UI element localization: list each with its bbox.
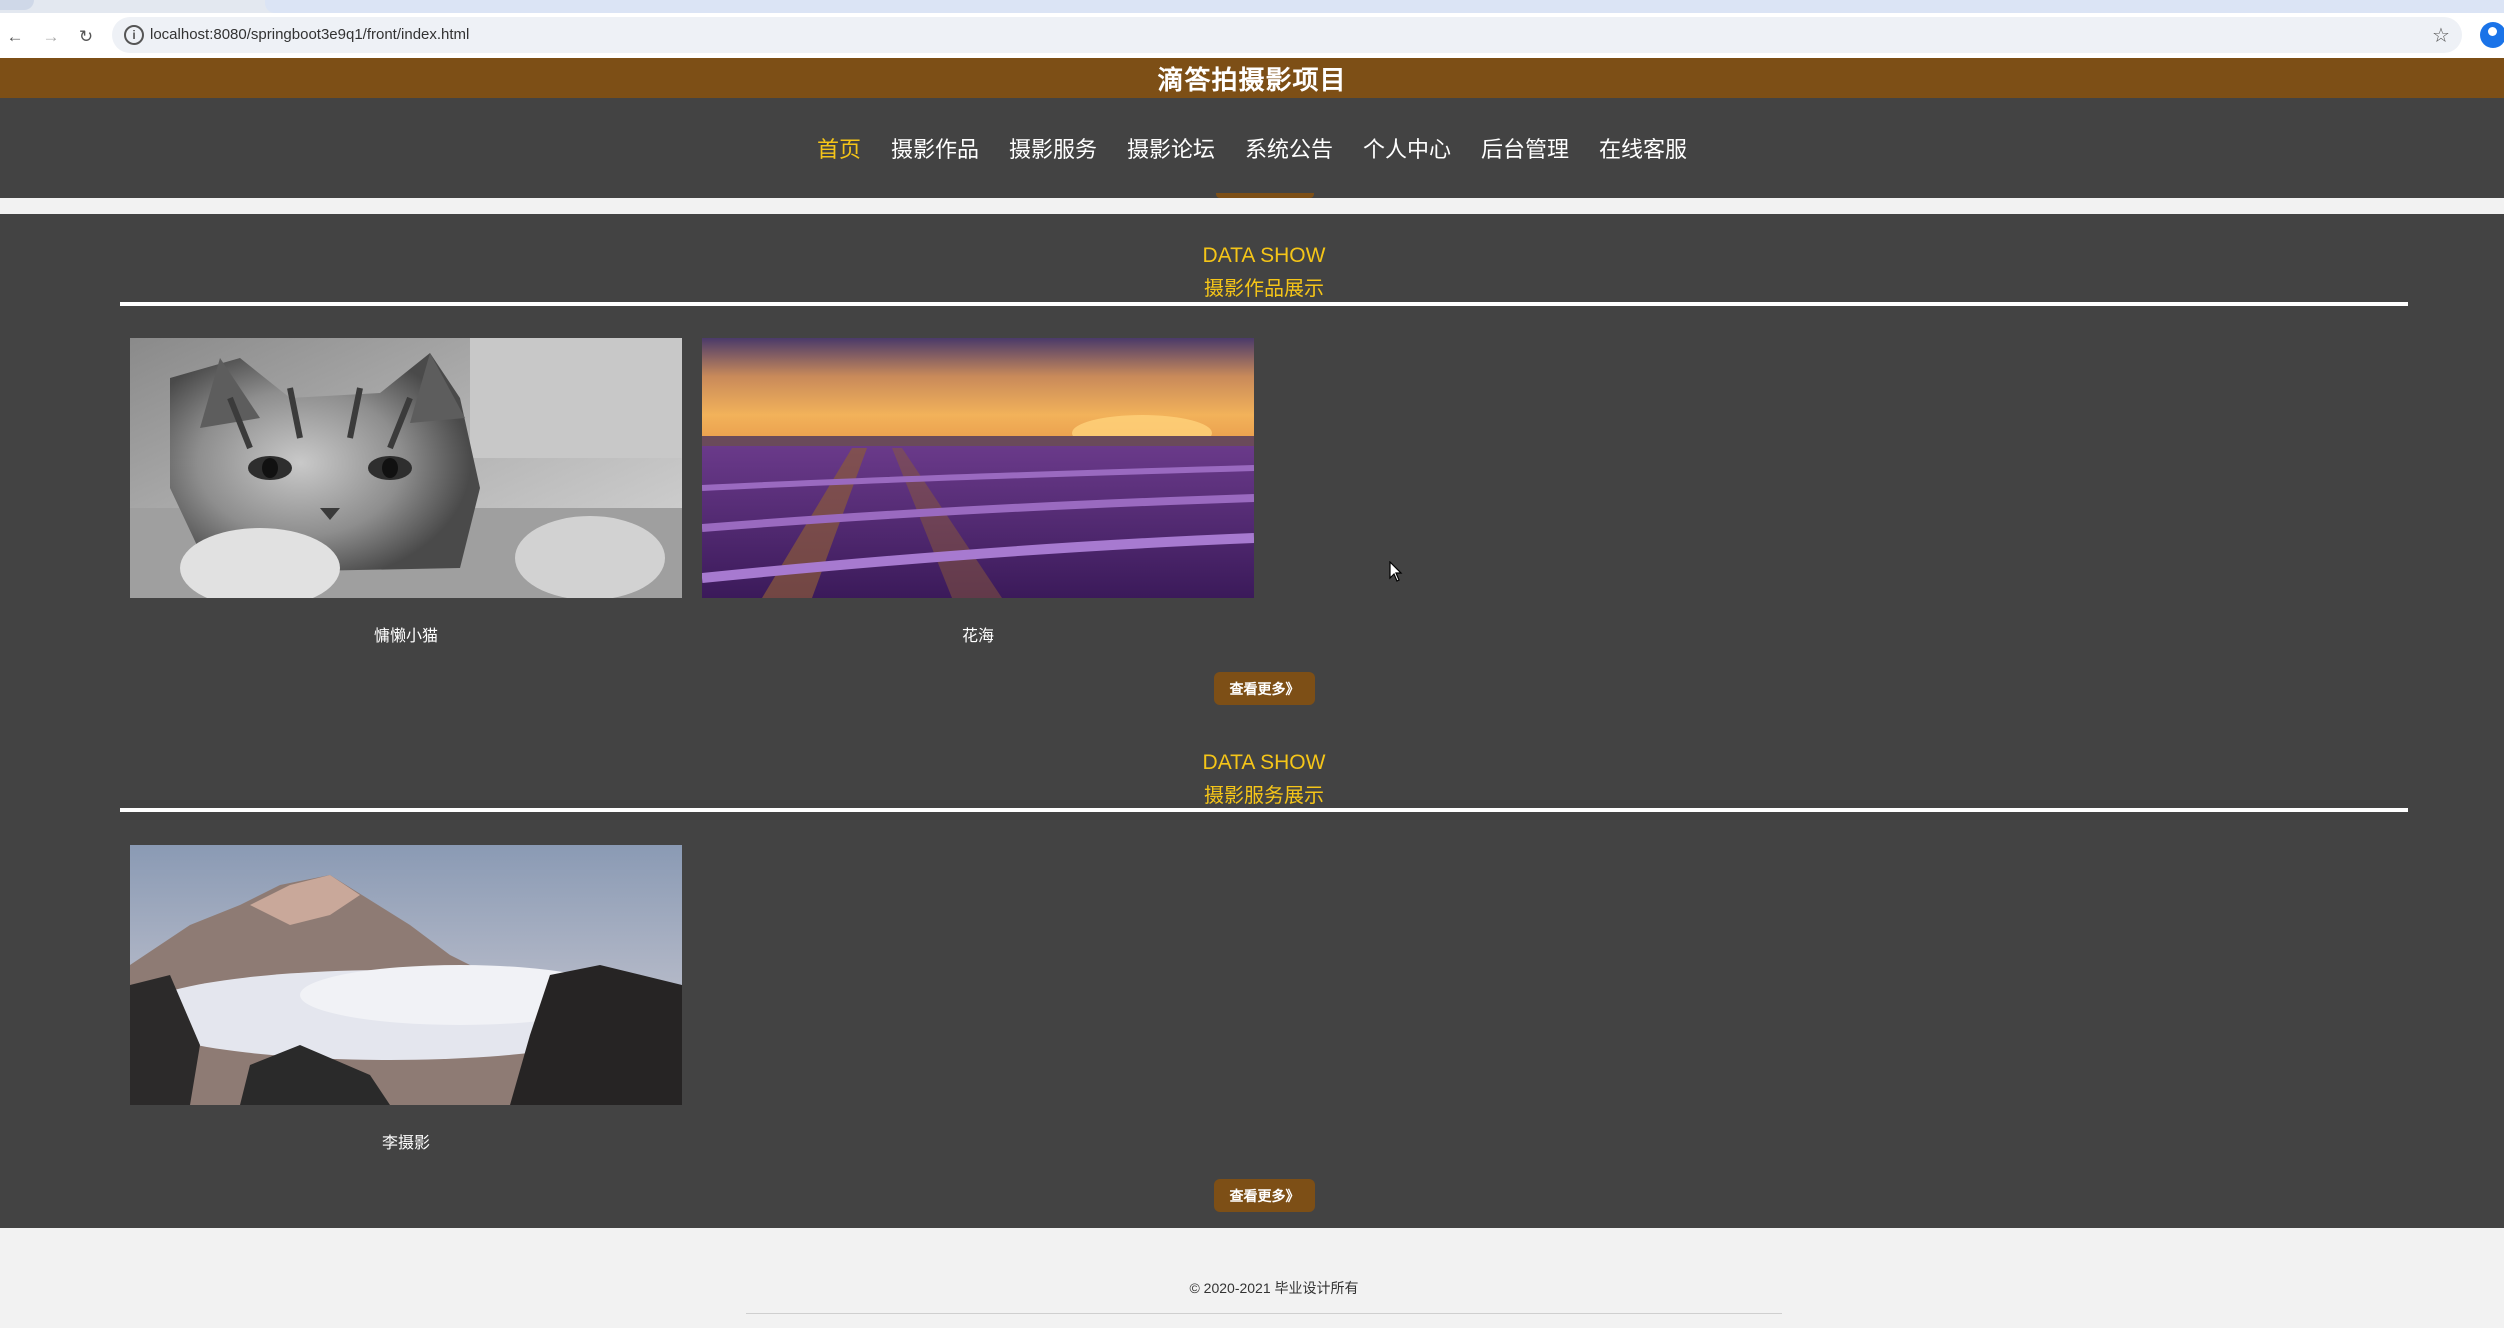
cat-photo [130,338,682,598]
nav-item-services[interactable]: 摄影服务 [994,132,1112,164]
browser-toolbar: ← → ↻ i localhost:8080/springboot3e9q1/f… [0,13,2504,58]
footer: © 2020-2021 毕业设计所有 [0,1228,2504,1328]
view-more-services-button[interactable]: 查看更多》 [1214,1179,1315,1212]
main-content: DATA SHOW 摄影作品展示 慵懒小猫 花海 查看更多》 DATA SHOW… [0,214,2504,1228]
nav-item-home[interactable]: 首页 [802,132,876,164]
star-icon[interactable]: ☆ [2432,23,2450,48]
reload-icon[interactable]: ↻ [75,26,97,48]
footer-divider [746,1313,1782,1314]
work-card-title[interactable]: 慵懒小猫 [130,622,682,646]
service-card-image[interactable] [130,845,682,1105]
lavender-field-photo [702,338,1254,598]
work-card-title[interactable]: 花海 [702,622,1254,646]
section-heading-en: DATA SHOW [1202,244,1326,267]
section-divider [120,302,2408,306]
active-tab[interactable] [265,0,2504,13]
view-more-works-button[interactable]: 查看更多》 [1214,672,1315,705]
mouse-cursor-icon [1389,561,1403,582]
nav-item-customer-service[interactable]: 在线客服 [1584,132,1702,164]
nav-item-announcements[interactable]: 系统公告 [1230,132,1348,164]
site-title: 滴答拍摄影项目 [1157,64,1347,95]
work-card-image[interactable] [130,338,682,598]
nav-item-admin[interactable]: 后台管理 [1466,132,1584,164]
main-nav: 首页 摄影作品 摄影服务 摄影论坛 系统公告 个人中心 后台管理 在线客服 [0,98,2504,198]
section-heading-cn: 摄影作品展示 [1204,278,1324,300]
nav-item-personal-center[interactable]: 个人中心 [1348,132,1466,164]
nav-item-forum[interactable]: 摄影论坛 [1112,132,1230,164]
work-card-image[interactable] [702,338,1254,598]
nav-item-works[interactable]: 摄影作品 [876,132,994,164]
service-card-title[interactable]: 李摄影 [130,1129,682,1153]
info-icon[interactable]: i [124,25,144,45]
section-divider [120,808,2408,812]
profile-icon[interactable] [2480,22,2504,48]
section-heading-en: DATA SHOW [1202,751,1326,774]
copyright-text: © 2020-2021 毕业设计所有 [1189,1280,1359,1296]
section-heading-cn: 摄影服务展示 [1204,785,1324,807]
url-text[interactable]: localhost:8080/springboot3e9q1/front/ind… [150,26,469,43]
brand-bar: 滴答拍摄影项目 [0,58,2504,98]
address-bar[interactable]: i localhost:8080/springboot3e9q1/front/i… [112,17,2462,53]
spacer [0,198,2504,214]
forward-icon[interactable]: → [40,26,62,48]
browser-tab-strip [0,0,2504,13]
back-icon[interactable]: ← [4,26,26,48]
mountain-clouds-photo [130,845,682,1105]
tab-corner [0,0,34,10]
